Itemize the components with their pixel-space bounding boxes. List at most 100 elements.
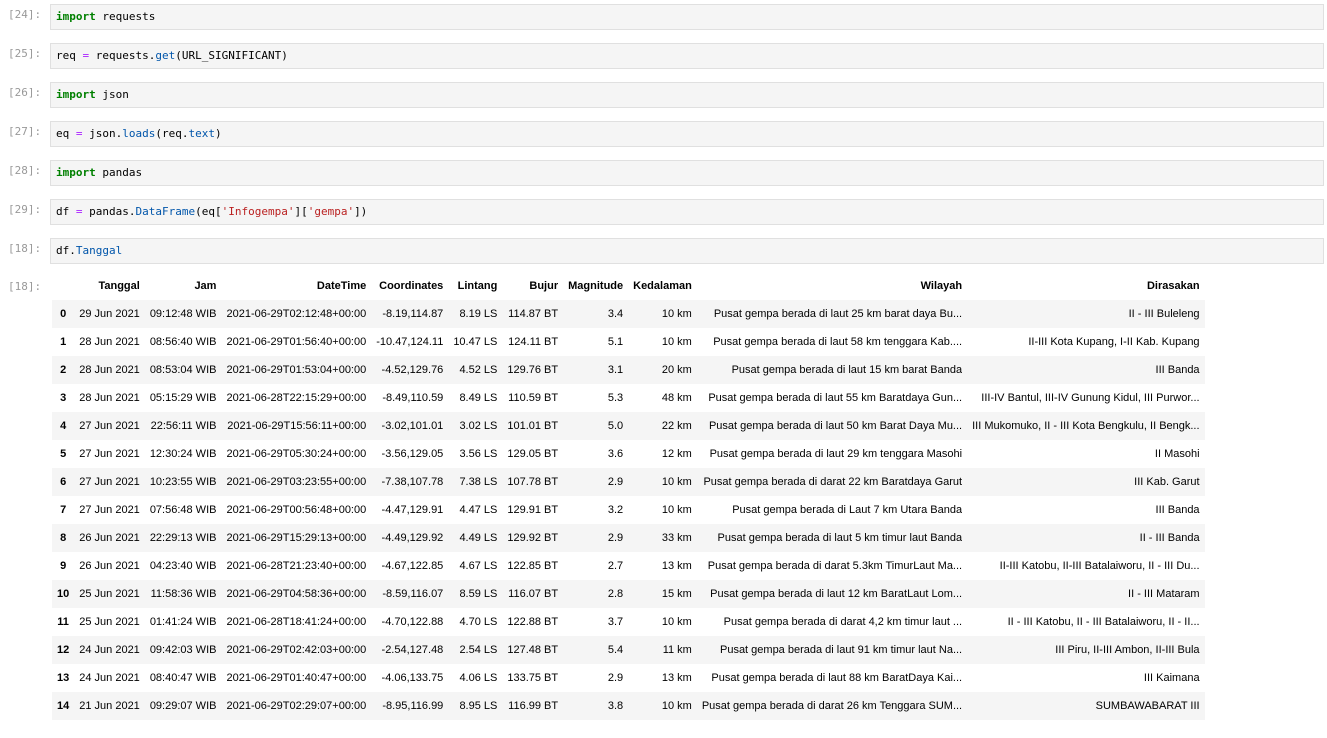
cell-text: III Banda [1155, 504, 1200, 517]
cell-prompt: [26]: [8, 86, 42, 99]
table-cell: III Kaimana [967, 664, 1204, 692]
row-index: 2 [60, 364, 67, 376]
table-cell: 33 km [661, 532, 692, 544]
table-cell: Pusat gempa berada di laut 58 km tenggar… [697, 328, 967, 356]
table-row: 8 26 Jun 2021 22:29:13 WIB 2021-06-29T15:29… [52, 524, 1205, 552]
code-token: eq [56, 127, 76, 140]
code-input[interactable]: req = requests.get(URL_SIGNIFICANT) [50, 43, 1324, 69]
code-cell[interactable]: [27]: eq = json.loads(req.text) [0, 117, 1327, 156]
table-cell: 25 Jun 2021 [79, 588, 140, 600]
code-input[interactable]: eq = json.loads(req.text) [50, 121, 1324, 147]
table-cell: Pusat gempa berada di laut 29 km tenggar… [697, 440, 967, 468]
table-cell: 09:12:48 WIB [149, 308, 217, 320]
row-index: 9 [60, 560, 67, 572]
table-cell: 29 Jun 2021 [79, 308, 140, 320]
table-cell: 2021-06-29T15:56:11+00:00 [227, 420, 367, 432]
table-cell: Pusat gempa berada di Laut 7 km Utara Ba… [697, 496, 967, 524]
table-cell: 2.7 [607, 560, 624, 572]
cell-text: Pusat gempa berada di darat 26 km Tengga… [701, 700, 963, 713]
table-cell: 27 Jun 2021 [79, 476, 140, 488]
table-cell: III Kab. Garut [967, 468, 1204, 496]
row-index: 1 [60, 336, 67, 348]
table-row: 1 28 Jun 2021 08:56:40 WIB 2021-06-29T01:56… [52, 328, 1205, 356]
code-cell[interactable]: [24]: import requests [0, 0, 1327, 39]
table-cell: 4.52 LS [459, 364, 498, 376]
code-input[interactable]: df = pandas.DataFrame(eq['Infogempa']['g… [50, 199, 1324, 225]
table-cell: -3.56,129.05 [381, 448, 444, 460]
cell-text: Pusat gempa berada di laut 12 km BaratLa… [710, 588, 963, 601]
row-index: 0 [60, 308, 67, 320]
table-cell: -4.49,129.92 [381, 532, 444, 544]
code-input[interactable]: import json [50, 82, 1324, 108]
table-row: 2 28 Jun 2021 08:53:04 WIB 2021-06-29T01:53… [52, 356, 1205, 384]
column-header: Wilayah [920, 280, 963, 292]
table-cell: Pusat gempa berada di laut 25 km barat d… [697, 300, 967, 328]
cell-prompt: [24]: [8, 8, 42, 21]
code-token: 'Infogempa' [221, 205, 295, 218]
table-cell: 8.19 LS [459, 308, 498, 320]
table-cell: 22:56:11 WIB [150, 420, 217, 432]
table-cell: 8.49 LS [459, 392, 498, 404]
code-token: pandas. [82, 205, 136, 218]
table-cell: 5.0 [607, 420, 624, 432]
table-cell: 124.11 BT [508, 336, 559, 348]
table-cell: II Masohi [967, 440, 1204, 468]
table-cell: 3.02 LS [459, 420, 498, 432]
table-cell: 27 Jun 2021 [79, 504, 140, 516]
code-input[interactable]: import pandas [50, 160, 1324, 186]
table-cell: Pusat gempa berada di darat 5.3km TimurL… [697, 552, 967, 580]
table-cell: 2021-06-29T05:30:24+00:00 [226, 448, 367, 460]
table-cell: 2021-06-29T02:29:07+00:00 [226, 700, 367, 712]
table-cell: 48 km [661, 392, 692, 404]
table-cell: 2.54 LS [459, 644, 498, 656]
table-cell: 133.75 BT [507, 672, 559, 684]
table-cell: 08:40:47 WIB [149, 672, 217, 684]
table-cell: -3.02,101.01 [381, 420, 444, 432]
table-row: 7 27 Jun 2021 07:56:48 WIB 2021-06-29T00:56… [52, 496, 1205, 524]
code-token: import [56, 166, 96, 179]
code-input[interactable]: df.Tanggal [50, 238, 1324, 264]
column-header: Magnitude [568, 280, 624, 292]
table-cell: -8.19,114.87 [382, 308, 444, 320]
table-cell: 24 Jun 2021 [79, 672, 140, 684]
column-header: Bujur [529, 280, 559, 292]
table-row: 0 29 Jun 2021 09:12:48 WIB 2021-06-29T02:12… [52, 300, 1205, 328]
code-token: json. [82, 127, 123, 140]
table-cell: 13 km [661, 672, 692, 684]
table-cell: II - III Banda [967, 524, 1204, 552]
code-cell[interactable]: [28]: import pandas [0, 156, 1327, 195]
row-index: 11 [57, 616, 69, 628]
table-cell: Pusat gempa berada di laut 15 km barat B… [697, 356, 967, 384]
code-cell[interactable]: [25]: req = requests.get(URL_SIGNIFICANT) [0, 39, 1327, 78]
table-cell: 3.2 [607, 504, 624, 516]
table-cell: 110.59 BT [508, 392, 559, 404]
table-cell: 129.91 BT [507, 504, 559, 516]
code-cell[interactable]: [18]: df.Tanggal [0, 234, 1327, 273]
cell-text: Pusat gempa berada di Laut 7 km Utara Ba… [732, 504, 963, 517]
cell-text: Pusat gempa berada di darat 22 km Baratd… [703, 476, 963, 489]
column-header: Tanggal [98, 280, 140, 292]
cell-prompt: [18]: [8, 242, 42, 255]
table-cell: III Banda [967, 356, 1204, 384]
code-token: = [75, 127, 83, 140]
code-cell[interactable]: [29]: df = pandas.DataFrame(eq['Infogempa… [0, 195, 1327, 234]
table-cell: 2021-06-29T01:53:04+00:00 [226, 364, 367, 376]
table-cell: 122.85 BT [507, 560, 559, 572]
table-cell: 10 km [661, 476, 692, 488]
column-header: Coordinates [379, 280, 444, 292]
code-input[interactable]: import requests [50, 4, 1324, 30]
table-cell: 129.76 BT [507, 364, 559, 376]
code-token: df. [56, 244, 76, 257]
code-cell[interactable]: [26]: import json [0, 78, 1327, 117]
table-cell: 15 km [661, 588, 692, 600]
row-index: 6 [60, 476, 67, 488]
table-cell: 4.47 LS [459, 504, 498, 516]
table-cell: 12:30:24 WIB [149, 448, 217, 460]
table-cell: 27 Jun 2021 [79, 420, 140, 432]
table-cell: 5.3 [607, 392, 624, 404]
table-cell: -8.49,110.59 [382, 392, 444, 404]
code-token: json [95, 88, 129, 101]
table-cell: II - III Buleleng [967, 300, 1204, 328]
table-cell: Pusat gempa berada di darat 26 km Tengga… [697, 692, 967, 720]
cell-text: Pusat gempa berada di laut 88 km BaratDa… [711, 672, 963, 685]
